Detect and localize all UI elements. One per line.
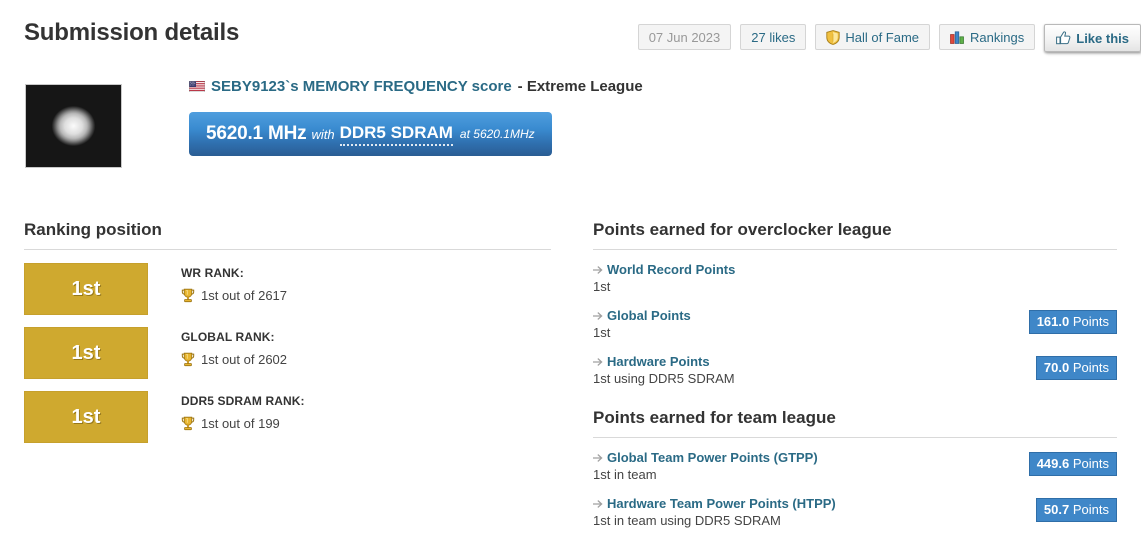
header-button-label: 27 likes [751,30,795,45]
points-row: World Record Points 1st [593,262,1117,301]
header-button-07-jun-2023: 07 Jun 2023 [638,24,732,50]
team-league-divider [593,437,1117,438]
points-badge: 161.0 Points [1029,310,1117,334]
score-title: SEBY9123`s MEMORY FREQUENCY score - Extr… [189,78,643,95]
rank-label: GLOBAL RANK: [181,330,287,344]
points-link[interactable]: World Record Points [593,262,1117,277]
rank-detail-text: 1st out of 2602 [201,352,287,367]
points-section: Points earned for overclocker league Wor… [593,220,1117,534]
points-badge: 70.0 Points [1036,356,1117,380]
points-badge: 50.7 Points [1036,498,1117,522]
overclocker-league-heading: Points earned for overclocker league [593,220,1117,249]
rank-label: DDR5 SDRAM RANK: [181,394,305,408]
rank-info: DDR5 SDRAM RANK: 1st out of 199 [181,391,305,431]
trophy-icon [181,352,195,367]
header-button-label: Rankings [970,30,1024,45]
arrow-right-icon [593,311,603,321]
points-link-label: Hardware Team Power Points (HTPP) [607,496,836,511]
overclocker-league-list: World Record Points 1st Global Points1st16… [593,262,1117,393]
header-button-rankings[interactable]: Rankings [939,24,1035,50]
rank-info: GLOBAL RANK: 1st out of 2602 [181,327,287,367]
shield-icon [826,30,840,45]
header-button-27-likes[interactable]: 27 likes [740,24,806,50]
score-with-label: with [311,127,334,142]
points-row: Global Team Power Points (GTPP)1st in te… [593,450,1117,489]
page-title: Submission details [24,19,239,47]
header-button-label: Like this [1076,31,1129,46]
points-badge-value: 449.6 [1037,456,1070,471]
hardware-thumbnail [25,84,122,168]
score-title-suffix: - Extreme League [518,78,643,95]
rank-badge-label: 1st [72,278,101,301]
thumbs-up-icon [1056,31,1071,45]
points-link-label: World Record Points [607,262,735,277]
team-league-list: Global Team Power Points (GTPP)1st in te… [593,450,1117,534]
rank-detail: 1st out of 2617 [181,288,287,303]
header-button-label: Hall of Fame [845,30,919,45]
ranking-row: 1st WR RANK: 1st out of 2617 [24,263,551,327]
overclocker-league-divider [593,249,1117,250]
rank-badge: 1st [24,327,148,379]
us-flag-icon [189,81,205,92]
ranking-position-heading: Ranking position [24,220,551,249]
arrow-right-icon [593,499,603,509]
header-button-like-this[interactable]: Like this [1044,24,1141,52]
rank-info: WR RANK: 1st out of 2617 [181,263,287,303]
rank-badge-label: 1st [72,406,101,429]
points-link-label: Global Team Power Points (GTPP) [607,450,818,465]
header-button-group: 07 Jun 2023 27 likes Hall of Fame Rankings L… [638,24,1141,52]
rank-label: WR RANK: [181,266,287,280]
header-button-label: 07 Jun 2023 [649,30,721,45]
rank-detail-text: 1st out of 199 [201,416,280,431]
ranking-divider [24,249,551,250]
ranking-row: 1st GLOBAL RANK: 1st out of 2602 [24,327,551,391]
rank-detail-text: 1st out of 2617 [201,288,287,303]
points-badge-unit: Points [1073,502,1109,517]
points-badge: 449.6 Points [1029,452,1117,476]
points-link-label: Global Points [607,308,691,323]
score-at-label: at 5620.1MHz [460,127,535,141]
points-badge-value: 70.0 [1044,360,1069,375]
points-link-label: Hardware Points [607,354,710,369]
header-button-hall-of-fame[interactable]: Hall of Fame [815,24,930,50]
score-hardware-link[interactable]: DDR5 SDRAM [340,123,453,146]
ranking-position-section: Ranking position 1st WR RANK: 1st out of 2… [24,220,551,455]
score-title-link[interactable]: SEBY9123`s MEMORY FREQUENCY score [211,78,512,95]
points-badge-unit: Points [1073,360,1109,375]
arrow-right-icon [593,453,603,463]
points-badge-value: 161.0 [1037,314,1070,329]
submission-details-page: Submission details 07 Jun 2023 27 likes Ha… [0,0,1141,534]
rank-detail: 1st out of 2602 [181,352,287,367]
ranking-list: 1st WR RANK: 1st out of 2617 1st GLOBAL RANK… [24,263,551,455]
trophy-icon [181,288,195,303]
points-badge-value: 50.7 [1044,502,1069,517]
points-row: Hardware Team Power Points (HTPP)1st in … [593,496,1117,534]
arrow-right-icon [593,265,603,275]
arrow-right-icon [593,357,603,367]
rank-detail: 1st out of 199 [181,416,305,431]
rank-badge-label: 1st [72,342,101,365]
ranking-row: 1st DDR5 SDRAM RANK: 1st out of 199 [24,391,551,455]
points-subtext: 1st [593,279,1117,294]
team-league-heading: Points earned for team league [593,408,1117,437]
trophy-icon [181,416,195,431]
points-badge-unit: Points [1073,314,1109,329]
score-value: 5620.1 MHz [206,123,306,145]
bar-chart-icon [950,31,965,44]
points-badge-unit: Points [1073,456,1109,471]
rank-badge: 1st [24,391,148,443]
points-row: Global Points1st161.0 Points [593,308,1117,347]
points-row: Hardware Points1st using DDR5 SDRAM70.0 … [593,354,1117,393]
rank-badge: 1st [24,263,148,315]
score-banner: 5620.1 MHz with DDR5 SDRAM at 5620.1MHz [189,112,552,156]
